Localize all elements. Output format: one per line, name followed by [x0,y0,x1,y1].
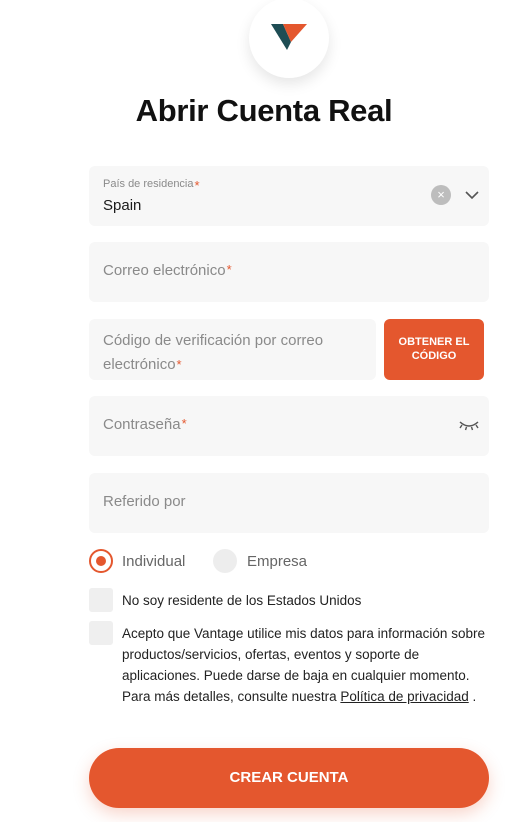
non-us-label: No soy residente de los Estados Unidos [122,593,362,608]
brand-logo [249,0,329,78]
required-mark: * [176,357,182,372]
email-field[interactable]: Correo electrónico* [89,242,489,302]
referral-placeholder: Referido por [103,493,186,510]
consent-text: Acepto que Vantage utilice mis datos par… [122,623,492,707]
non-us-checkbox[interactable] [89,588,113,612]
referral-field[interactable]: Referido por [89,473,489,533]
verification-placeholder: Código de verificación por correo electr… [103,332,324,373]
eye-closed-icon[interactable] [458,417,480,433]
radio-individual-label[interactable]: Individual [122,553,185,570]
page-title: Abrir Cuenta Real [135,93,393,128]
account-type-group: Individual Empresa [89,549,489,575]
clear-icon[interactable]: × [431,185,451,205]
required-mark: * [194,178,200,193]
required-mark: * [226,262,232,277]
get-code-button[interactable]: OBTENER EL CÓDIGO [384,319,484,380]
password-placeholder: Contraseña [103,416,181,433]
radio-individual[interactable] [89,549,113,573]
radio-empresa-label[interactable]: Empresa [247,553,307,570]
required-mark: * [181,416,187,431]
consent-checkbox[interactable] [89,621,113,645]
password-field[interactable]: Contraseña* [89,396,489,456]
privacy-policy-link[interactable]: Política de privacidad [340,689,468,704]
create-account-button[interactable]: CREAR CUENTA [89,748,489,808]
vantage-logo-icon [271,24,307,50]
country-label: País de residencia [103,178,194,190]
email-placeholder: Correo electrónico [103,262,226,279]
consent-suffix: . [472,689,477,704]
chevron-down-icon[interactable] [464,187,480,203]
country-select[interactable]: País de residencia* Spain × [89,166,489,226]
verification-code-field[interactable]: Código de verificación por correo electr… [89,319,376,380]
radio-empresa[interactable] [213,549,237,573]
country-value: Spain [103,197,142,214]
